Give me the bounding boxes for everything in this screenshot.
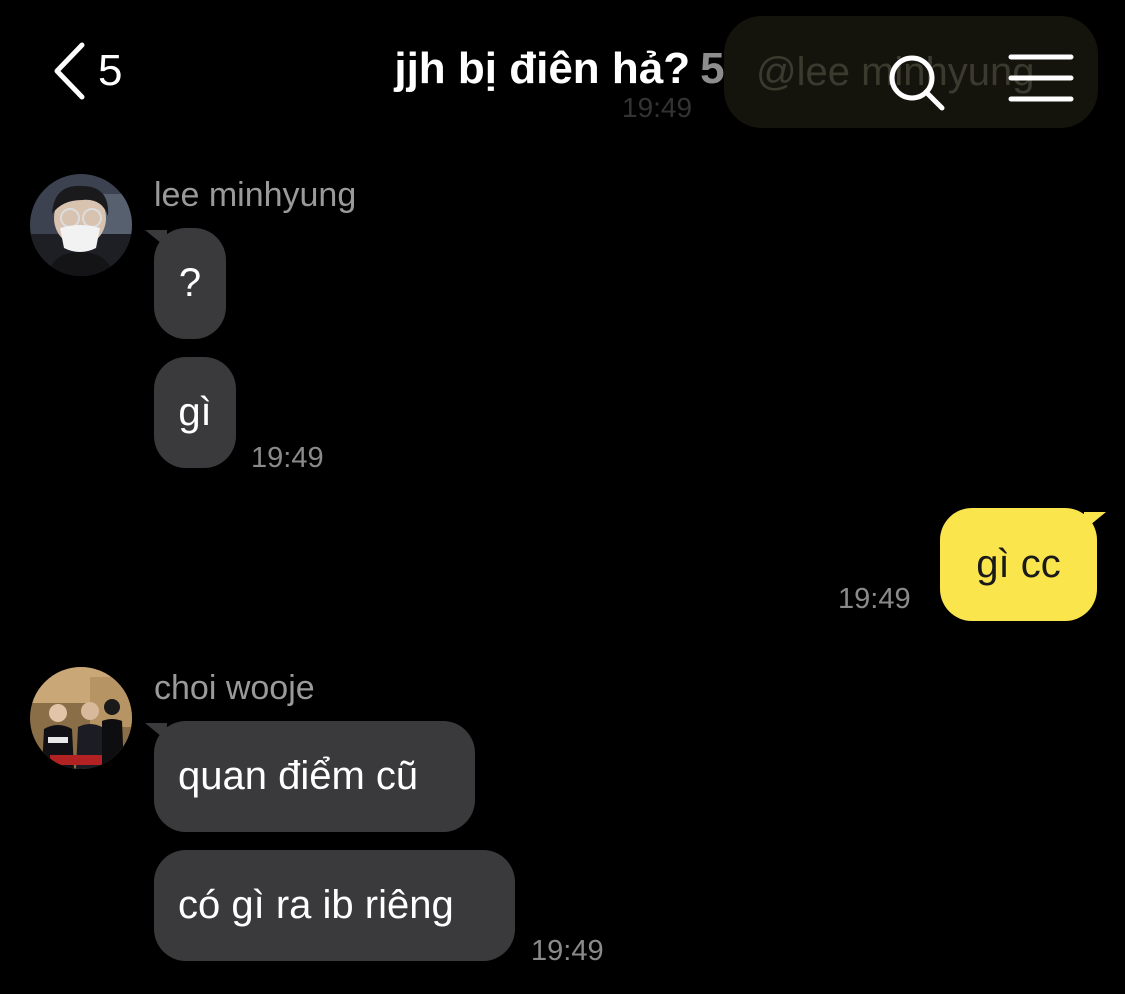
chat-title-area[interactable]: jjh bị điên hả? 5 — [394, 44, 724, 94]
message-bubble[interactable]: gì — [154, 357, 236, 468]
message-timestamp: 19:49 — [251, 442, 324, 474]
message-text: gì — [178, 390, 212, 434]
search-icon — [884, 55, 950, 120]
my-message-bubble[interactable]: gì cc — [940, 508, 1097, 621]
ghost-notification-time: 19:49 — [622, 92, 693, 123]
search-button[interactable] — [884, 50, 950, 116]
message-text: có gì ra ib riêng — [178, 883, 454, 927]
member-count: 5 — [700, 44, 725, 93]
message-timestamp: 19:49 — [531, 935, 604, 967]
message-bubble[interactable]: ? — [154, 228, 226, 339]
menu-button[interactable] — [1008, 52, 1074, 106]
back-count: 5 — [98, 46, 123, 95]
hamburger-menu-icon — [1008, 54, 1074, 110]
message-text: quan điểm cũ — [178, 754, 419, 798]
message-timestamp: 19:49 — [838, 583, 911, 615]
back-button[interactable]: 5 — [52, 38, 152, 104]
sender-name: choi wooje — [154, 669, 315, 707]
message-bubble[interactable]: quan điểm cũ — [154, 721, 475, 832]
message-bubble[interactable]: có gì ra ib riêng — [154, 850, 515, 961]
avatar-lee-minhyung[interactable] — [30, 174, 132, 276]
message-text: gì cc — [976, 542, 1061, 586]
bubble-tail — [1084, 512, 1106, 530]
message-text: ? — [178, 261, 202, 305]
chat-title: jjh bị điên hả? — [394, 44, 691, 93]
sender-name: lee minhyung — [154, 176, 357, 214]
avatar-choi-wooje[interactable] — [30, 667, 132, 769]
chevron-left-icon — [52, 41, 86, 101]
